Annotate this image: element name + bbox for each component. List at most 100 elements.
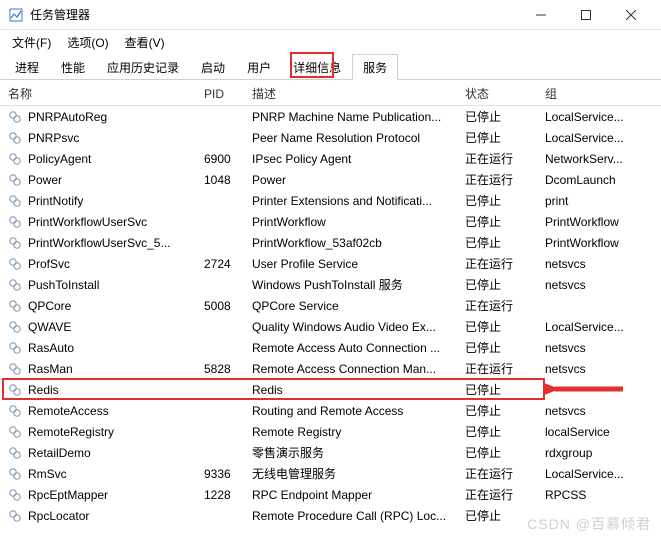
tab-processes[interactable]: 进程 <box>4 54 50 79</box>
cell-status: 正在运行 <box>459 255 539 272</box>
table-row[interactable]: PrintWorkflowUserSvcPrintWorkflow已停止Prin… <box>0 211 661 232</box>
cell-status: 已停止 <box>459 129 539 146</box>
cell-desc: PrintWorkflow_53af02cb <box>246 236 459 250</box>
gear-icon <box>8 194 22 208</box>
cell-name: QPCore <box>28 299 71 313</box>
table-header: 名称 PID 描述 状态 组 <box>0 80 661 106</box>
cell-name: RmSvc <box>28 467 67 481</box>
cell-group: netsvcs <box>539 278 639 292</box>
gear-icon <box>8 152 22 166</box>
cell-group: LocalService... <box>539 467 639 481</box>
gear-icon <box>8 488 22 502</box>
cell-status: 已停止 <box>459 192 539 209</box>
cell-group: PrintWorkflow <box>539 215 639 229</box>
tab-users[interactable]: 用户 <box>236 54 282 79</box>
gear-icon <box>8 467 22 481</box>
table-row[interactable]: PrintWorkflowUserSvc_5...PrintWorkflow_5… <box>0 232 661 253</box>
cell-pid: 6900 <box>198 152 246 166</box>
tab-details[interactable]: 详细信息 <box>282 54 352 79</box>
cell-desc: Redis <box>246 383 459 397</box>
table-row[interactable]: Power1048Power正在运行DcomLaunch <box>0 169 661 190</box>
gear-icon <box>8 362 22 376</box>
tab-performance[interactable]: 性能 <box>50 54 96 79</box>
table-row[interactable]: RasMan5828Remote Access Connection Man..… <box>0 358 661 379</box>
cell-group: rdxgroup <box>539 446 639 460</box>
cell-pid: 2724 <box>198 257 246 271</box>
cell-name: RasMan <box>28 362 73 376</box>
gear-icon <box>8 257 22 271</box>
cell-name: PNRPsvc <box>28 131 79 145</box>
cell-name: RpcLocator <box>28 509 89 523</box>
cell-status: 已停止 <box>459 213 539 230</box>
column-header-pid[interactable]: PID <box>198 87 246 101</box>
gear-icon <box>8 509 22 523</box>
cell-group: PrintWorkflow <box>539 236 639 250</box>
table-row[interactable]: RpcEptMapper1228RPC Endpoint Mapper正在运行R… <box>0 484 661 505</box>
menu-view[interactable]: 查看(V) <box>117 32 173 53</box>
cell-group: LocalService... <box>539 131 639 145</box>
titlebar: 任务管理器 <box>0 0 661 30</box>
table-row[interactable]: QPCore5008QPCore Service正在运行 <box>0 295 661 316</box>
table-row[interactable]: ProfSvc2724User Profile Service正在运行netsv… <box>0 253 661 274</box>
gear-icon <box>8 446 22 460</box>
cell-name: RemoteRegistry <box>28 425 114 439</box>
table-body: PNRPAutoRegPNRP Machine Name Publication… <box>0 106 661 526</box>
table-row[interactable]: PNRPsvc Peer Name Resolution Protocol已停止L… <box>0 127 661 148</box>
column-header-desc[interactable]: 描述 <box>246 85 459 102</box>
cell-group: DcomLaunch <box>539 173 639 187</box>
services-table: 名称 PID 描述 状态 组 PNRPAutoRegPNRP Machine N… <box>0 80 661 526</box>
cell-name: PushToInstall <box>28 278 99 292</box>
cell-status: 正在运行 <box>459 360 539 377</box>
table-row[interactable]: PrintNotifyPrinter Extensions and Notifi… <box>0 190 661 211</box>
cell-status: 已停止 <box>459 234 539 251</box>
cell-pid: 9336 <box>198 467 246 481</box>
column-header-name[interactable]: 名称 <box>0 85 198 102</box>
table-row[interactable]: QWAVEQuality Windows Audio Video Ex...已停… <box>0 316 661 337</box>
menu-options[interactable]: 选项(O) <box>59 32 116 53</box>
cell-desc: Peer Name Resolution Protocol <box>246 131 459 145</box>
gear-icon <box>8 341 22 355</box>
cell-desc: User Profile Service <box>246 257 459 271</box>
column-header-group[interactable]: 组 <box>539 85 639 102</box>
tab-services[interactable]: 服务 <box>352 54 398 80</box>
table-row[interactable]: RemoteRegistryRemote Registry已停止localSer… <box>0 421 661 442</box>
cell-name: RasAuto <box>28 341 74 355</box>
tab-apphistory[interactable]: 应用历史记录 <box>96 54 190 79</box>
cell-desc: Remote Access Auto Connection ... <box>246 341 459 355</box>
gear-icon <box>8 173 22 187</box>
tab-startup[interactable]: 启动 <box>190 54 236 79</box>
table-row[interactable]: RasAuto Remote Access Auto Connection ...… <box>0 337 661 358</box>
app-icon <box>8 7 24 23</box>
table-row[interactable]: RetailDemo零售演示服务已停止rdxgroup <box>0 442 661 463</box>
maximize-button[interactable] <box>563 1 608 29</box>
table-row[interactable]: PushToInstall Windows PushToInstall 服务已停止… <box>0 274 661 295</box>
cell-status: 已停止 <box>459 276 539 293</box>
cell-group: netsvcs <box>539 341 639 355</box>
cell-desc: Quality Windows Audio Video Ex... <box>246 320 459 334</box>
cell-desc: Windows PushToInstall 服务 <box>246 276 459 293</box>
menu-file[interactable]: 文件(F) <box>4 32 59 53</box>
cell-name: RetailDemo <box>28 446 91 460</box>
minimize-button[interactable] <box>518 1 563 29</box>
cell-status: 正在运行 <box>459 150 539 167</box>
tabs: 进程 性能 应用历史记录 启动 用户 详细信息 服务 <box>0 54 661 80</box>
cell-pid: 1228 <box>198 488 246 502</box>
cell-desc: QPCore Service <box>246 299 459 313</box>
cell-desc: IPsec Policy Agent <box>246 152 459 166</box>
cell-status: 已停止 <box>459 423 539 440</box>
cell-group: netsvcs <box>539 257 639 271</box>
table-row[interactable]: RedisRedis已停止 <box>0 379 661 400</box>
cell-desc: Routing and Remote Access <box>246 404 459 418</box>
table-row[interactable]: RmSvc9336无线电管理服务正在运行LocalService... <box>0 463 661 484</box>
table-row[interactable]: RemoteAccessRouting and Remote Access已停止… <box>0 400 661 421</box>
close-button[interactable] <box>608 1 653 29</box>
table-row[interactable]: PNRPAutoRegPNRP Machine Name Publication… <box>0 106 661 127</box>
gear-icon <box>8 131 22 145</box>
cell-desc: Remote Procedure Call (RPC) Loc... <box>246 509 459 523</box>
cell-group: localService <box>539 425 639 439</box>
column-header-status[interactable]: 状态 <box>459 85 539 102</box>
cell-desc: PrintWorkflow <box>246 215 459 229</box>
table-row[interactable]: PolicyAgent6900IPsec Policy Agent正在运行Net… <box>0 148 661 169</box>
cell-pid: 5008 <box>198 299 246 313</box>
cell-name: PNRPAutoReg <box>28 110 107 124</box>
